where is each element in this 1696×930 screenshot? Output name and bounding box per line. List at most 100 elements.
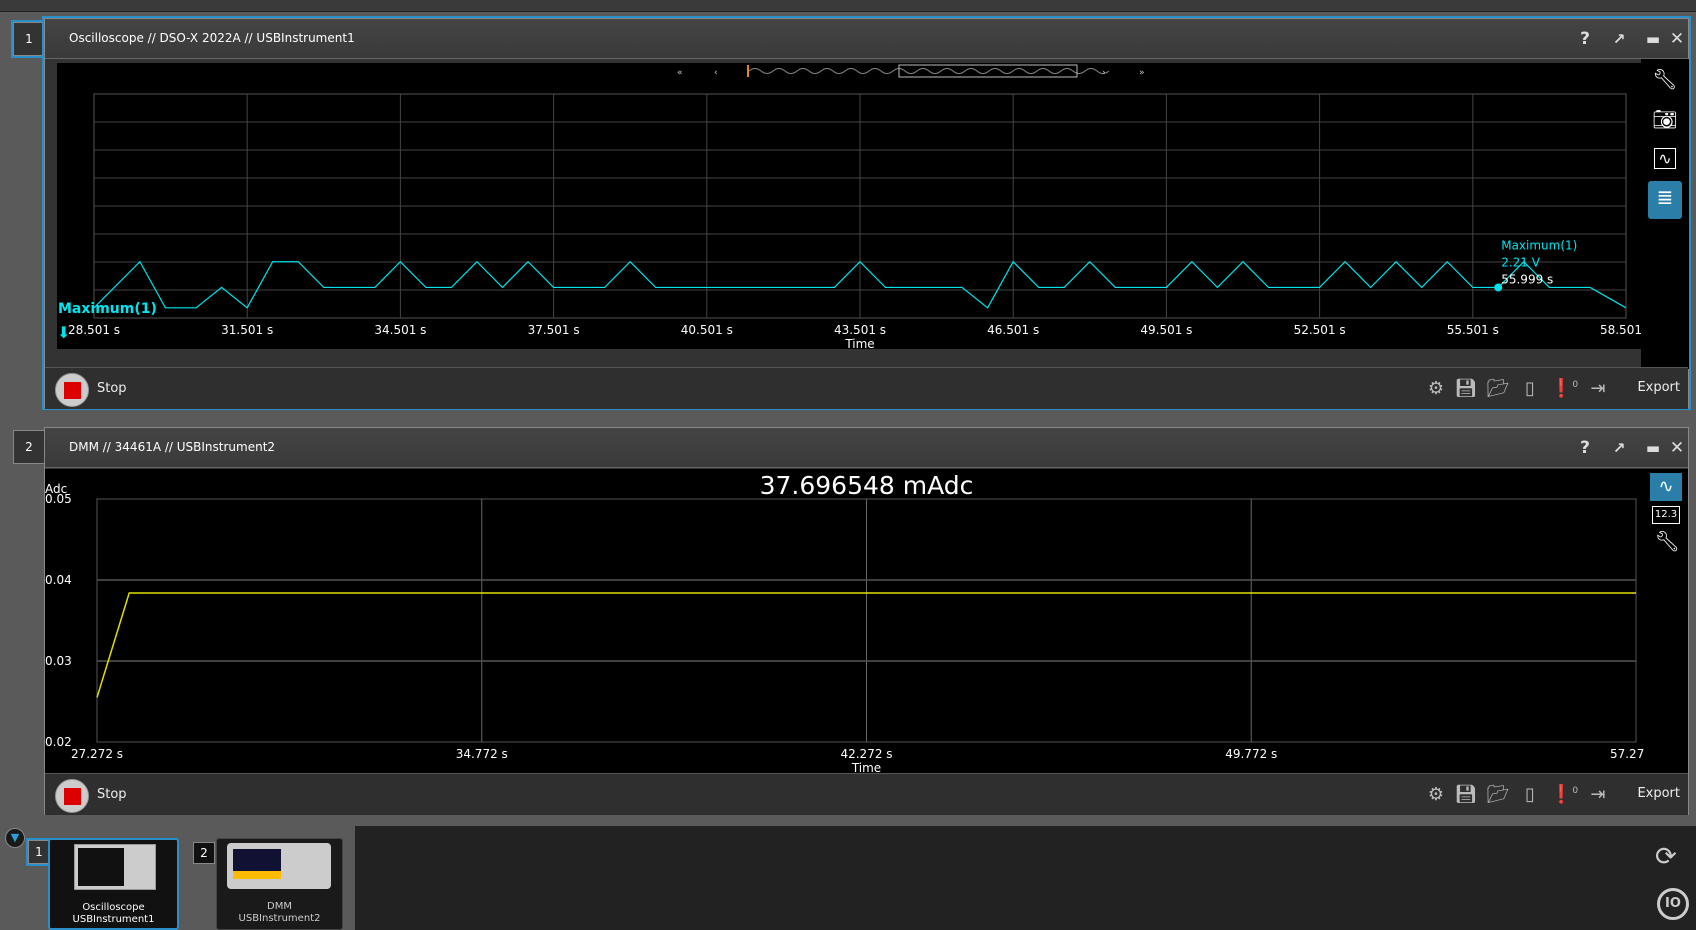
- save-icon[interactable]: 💾︎: [1454, 784, 1478, 805]
- scope-chart: 28.501 s 31.501 s 34.501 s 37.501 s 40.501 s…: [57, 64, 1652, 351]
- nav-last-icon: »: [1139, 68, 1145, 78]
- export-icon[interactable]: ⇥: [1586, 784, 1610, 805]
- scope-toolbar: Stop ⚙ 💾︎ 📂︎ ▯ ❗0 ⇥ Export: [45, 367, 1688, 409]
- device-icon[interactable]: ▯: [1518, 784, 1542, 805]
- export-button[interactable]: Export: [1637, 786, 1680, 801]
- stop-button[interactable]: [55, 373, 89, 407]
- oscilloscope-panel: Oscilloscope // DSO-X 2022A // USBInstru…: [44, 18, 1689, 409]
- x-tick-label: 46.501 s: [987, 323, 1039, 337]
- alert-icon[interactable]: ❗0: [1550, 784, 1578, 805]
- gear-icon[interactable]: ⚙: [1424, 378, 1448, 399]
- trend-view-icon[interactable]: ∿: [1650, 473, 1682, 501]
- marker-value: 2.21 V: [1501, 256, 1541, 270]
- folder-icon[interactable]: 📂︎: [1486, 784, 1510, 805]
- maximize-icon[interactable]: ▬: [1642, 28, 1664, 50]
- instrument-card-oscilloscope[interactable]: Oscilloscope USBInstrument1: [48, 838, 179, 930]
- x-tick-label: 57.272 s: [1610, 747, 1645, 761]
- tray-empty-area: [355, 826, 1696, 930]
- x-tick-label: 37.501 s: [528, 323, 580, 337]
- nav-viewport: [898, 64, 1078, 78]
- export-button[interactable]: Export: [1637, 380, 1680, 395]
- panel-titlebar: Oscilloscope // DSO-X 2022A // USBInstru…: [45, 19, 1688, 59]
- x-tick-label: 42.272 s: [840, 747, 892, 761]
- x-tick-label: 34.501 s: [374, 323, 426, 337]
- refresh-icon[interactable]: ⟳: [1655, 842, 1677, 872]
- x-tick-label: 34.772 s: [456, 747, 508, 761]
- x-tick-label: 52.501 s: [1294, 323, 1346, 337]
- card-number: 1: [28, 840, 50, 864]
- oscilloscope-thumbnail: [74, 844, 156, 890]
- card-sublabel: USBInstrument1: [72, 914, 155, 925]
- folder-icon[interactable]: 📂︎: [1486, 378, 1510, 399]
- stop-label: Stop: [97, 381, 127, 396]
- wrench-icon[interactable]: 🔧︎: [1648, 63, 1682, 95]
- card-sublabel: USBInstrument2: [238, 913, 321, 924]
- x-tick-label: 49.501 s: [1140, 323, 1192, 337]
- camera-icon[interactable]: 📷︎: [1648, 103, 1682, 135]
- panel-number-tab[interactable]: 2: [13, 430, 45, 464]
- dmm-thumbnail: [227, 843, 331, 889]
- alert-icon[interactable]: ❗0: [1550, 378, 1578, 399]
- x-tick-label: 28.501 s: [68, 323, 120, 337]
- x-tick-label: 31.501 s: [221, 323, 273, 337]
- close-icon[interactable]: ✕: [1666, 28, 1688, 50]
- x-tick-label: 40.501 s: [681, 323, 733, 337]
- marker-time: 55.999 s: [1501, 273, 1553, 287]
- stop-button[interactable]: [55, 779, 89, 813]
- save-icon[interactable]: 💾︎: [1454, 378, 1478, 399]
- panel-number-tab[interactable]: 1: [13, 22, 45, 56]
- waveform-icon[interactable]: ∿: [1648, 143, 1682, 175]
- wrench-icon[interactable]: 🔧︎: [1655, 529, 1680, 553]
- y-tick-label: 0.04: [45, 573, 72, 587]
- x-axis-label: Time: [851, 761, 881, 773]
- alert-count: 0: [1572, 786, 1579, 796]
- x-tick-label: 27.272 s: [71, 747, 123, 761]
- left-marker-label: Maximum(1): [58, 301, 157, 317]
- panel-title: Oscilloscope // DSO-X 2022A // USBInstru…: [69, 31, 355, 45]
- help-icon[interactable]: ?: [1574, 28, 1596, 50]
- popout-icon[interactable]: ↗: [1608, 437, 1630, 459]
- panel-titlebar: DMM // 34461A // USBInstrument2 ? ↗ ▬ ✕: [45, 428, 1688, 468]
- marker-label: Maximum(1): [1501, 239, 1577, 253]
- x-tick-label: 55.501 s: [1447, 323, 1499, 337]
- close-icon[interactable]: ✕: [1666, 437, 1688, 459]
- gear-icon[interactable]: ⚙: [1424, 784, 1448, 805]
- x-tick-label: 43.501 s: [834, 323, 886, 337]
- scope-plot[interactable]: 28.501 s 31.501 s 34.501 s 37.501 s 40.501 s…: [57, 63, 1652, 351]
- alert-count: 0: [1572, 380, 1579, 390]
- dmm-panel: DMM // 34461A // USBInstrument2 ? ↗ ▬ ✕ …: [44, 427, 1689, 815]
- card-number: 2: [193, 842, 215, 864]
- help-icon[interactable]: ?: [1574, 437, 1596, 459]
- nav-next-icon: ›: [1102, 68, 1106, 78]
- instrument-card-dmm[interactable]: DMM USBInstrument2: [216, 838, 343, 930]
- export-icon[interactable]: ⇥: [1586, 378, 1610, 399]
- card-label: DMM: [267, 901, 292, 912]
- panel-title: DMM // 34461A // USBInstrument2: [69, 440, 276, 454]
- top-strip: [0, 0, 1696, 12]
- popout-icon[interactable]: ↗: [1608, 28, 1630, 50]
- stop-icon: [64, 788, 81, 805]
- maximize-icon[interactable]: ▬: [1642, 437, 1664, 459]
- x-axis-label: Time: [844, 337, 874, 349]
- dmm-reading: 37.696548 mAdc: [759, 471, 974, 500]
- dmm-chart: 0.050.040.030.02Adc27.272 s 34.772 s 42.27…: [45, 482, 1662, 775]
- dmm-plot[interactable]: 0.05 0.04 0.03 0.02 Adc 27.272 s 34.772 s 42.27…: [45, 469, 1688, 775]
- database-icon[interactable]: ≣: [1648, 181, 1682, 219]
- nav-overview-wave: [748, 68, 1110, 74]
- x-tick-label: 49.772 s: [1225, 747, 1277, 761]
- y-tick-label: 0.02: [45, 735, 72, 749]
- card-label: Oscilloscope: [82, 902, 145, 913]
- nav-first-icon: «: [677, 68, 683, 78]
- y-tick-label: 0.03: [45, 654, 72, 668]
- stop-label: Stop: [97, 787, 127, 802]
- marker-arrow-icon: ⬇: [57, 323, 70, 342]
- number-view-icon[interactable]: 12.3: [1652, 506, 1680, 524]
- scope-side-toolbar: 🔧︎ 📷︎ ∿ ≣: [1641, 59, 1689, 369]
- x-tick-label: 58.501 s: [1600, 323, 1641, 337]
- collapse-tray-icon[interactable]: ▼: [5, 828, 25, 848]
- io-icon[interactable]: IO: [1657, 888, 1689, 920]
- dmm-toolbar: Stop ⚙ 💾︎ 📂︎ ▯ ❗0 ⇥ Export: [45, 773, 1688, 815]
- nav-prev-icon: ‹: [714, 68, 718, 78]
- device-icon[interactable]: ▯: [1518, 378, 1542, 399]
- stop-icon: [64, 382, 81, 399]
